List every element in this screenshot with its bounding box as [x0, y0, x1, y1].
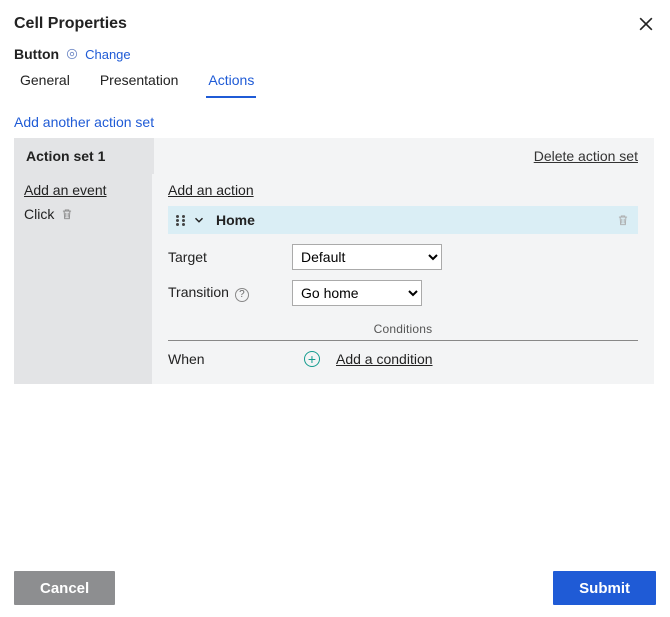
dialog-title: Cell Properties	[14, 15, 127, 33]
tab-presentation[interactable]: Presentation	[98, 68, 181, 98]
action-set-title: Action set 1	[14, 138, 154, 174]
chevron-down-icon[interactable]	[192, 213, 206, 227]
drag-handle-icon[interactable]	[176, 215, 186, 226]
actions-column: Add an action Home Target Default	[152, 174, 654, 384]
events-column: Add an event Click	[14, 174, 152, 384]
delete-action-set-link[interactable]: Delete action set	[534, 148, 638, 164]
close-icon[interactable]	[636, 14, 656, 34]
target-select[interactable]: Default	[292, 244, 442, 270]
transition-label-text: Transition	[168, 284, 229, 300]
conditions-header: Conditions	[168, 314, 638, 341]
change-type-link[interactable]: Change	[85, 47, 131, 62]
tabs: General Presentation Actions	[14, 68, 656, 98]
action-card: Home Target Default Transition ?	[168, 206, 638, 367]
plus-icon[interactable]: +	[304, 351, 320, 367]
tab-actions[interactable]: Actions	[206, 68, 256, 98]
trash-icon[interactable]	[60, 207, 74, 221]
action-set: Action set 1 Delete action set Add an ev…	[14, 138, 654, 384]
transition-label: Transition ?	[168, 284, 288, 302]
event-row: Click	[24, 206, 142, 222]
target-label: Target	[168, 249, 288, 265]
add-event-link[interactable]: Add an event	[24, 182, 107, 198]
when-label: When	[168, 351, 288, 367]
action-header: Home	[168, 206, 638, 234]
add-action-link[interactable]: Add an action	[168, 182, 254, 198]
trash-icon[interactable]	[616, 213, 630, 227]
tab-general[interactable]: General	[18, 68, 72, 98]
transition-select[interactable]: Go home	[292, 280, 422, 306]
event-label: Click	[24, 206, 54, 222]
add-condition-link[interactable]: Add a condition	[336, 351, 433, 367]
submit-button[interactable]: Submit	[553, 571, 656, 605]
cancel-button[interactable]: Cancel	[14, 571, 115, 605]
cell-type-label: Button	[14, 46, 59, 62]
action-name: Home	[216, 212, 255, 228]
change-target-icon	[65, 47, 79, 61]
add-action-set-link[interactable]: Add another action set	[14, 114, 154, 130]
help-icon[interactable]: ?	[235, 288, 249, 302]
